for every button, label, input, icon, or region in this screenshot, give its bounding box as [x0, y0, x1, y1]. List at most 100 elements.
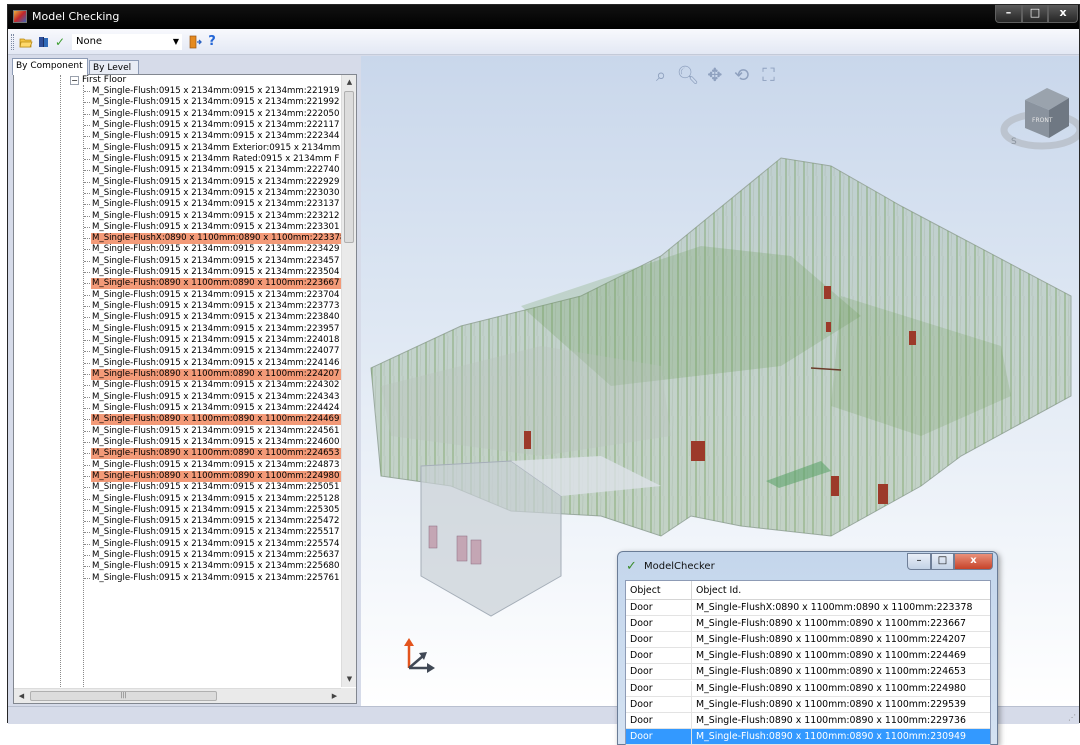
- tree-item[interactable]: M_Single-Flush:0915 x 2134mm:0915 x 2134…: [14, 561, 342, 572]
- highlighted-door[interactable]: [691, 441, 705, 461]
- tree-item[interactable]: M_Single-Flush:0915 x 2134mm:0915 x 2134…: [14, 109, 342, 120]
- tree-item[interactable]: M_Single-Flush:0890 x 1100mm:0890 x 1100…: [14, 414, 342, 426]
- level-combo-value: None: [76, 36, 103, 47]
- scroll-thumb-horizontal[interactable]: |||: [30, 691, 217, 701]
- scroll-down-arrow-icon[interactable]: ▼: [342, 672, 356, 687]
- help-icon[interactable]: ?: [205, 35, 219, 49]
- resize-grip[interactable]: ⋰: [1068, 713, 1076, 722]
- tree-item[interactable]: M_Single-Flush:0915 x 2134mm:0915 x 2134…: [14, 199, 342, 210]
- tree-item[interactable]: M_Single-Flush:0915 x 2134mm:0915 x 2134…: [14, 324, 342, 335]
- scroll-right-arrow-icon[interactable]: ▶: [327, 689, 342, 703]
- scroll-thumb[interactable]: [344, 91, 354, 243]
- tree-item[interactable]: M_Single-Flush:0915 x 2134mm:0915 x 2134…: [14, 494, 342, 505]
- grid-row[interactable]: Door M_Single-Flush:0890 x 1100mm:0890 x …: [626, 632, 990, 649]
- tree-item[interactable]: M_Single-Flush:0890 x 1100mm:0890 x 1100…: [14, 369, 342, 380]
- tree-item[interactable]: M_Single-Flush:0915 x 2134mm:0915 x 2134…: [14, 482, 342, 493]
- maximize-button[interactable]: □: [1022, 5, 1048, 23]
- tree-item[interactable]: M_Single-Flush:0915 x 2134mm:0915 x 2134…: [14, 97, 342, 108]
- tree-item[interactable]: M_Single-Flush:0915 x 2134mm:0915 x 2134…: [14, 211, 342, 222]
- tree-item[interactable]: M_Single-Flush:0915 x 2134mm:0915 x 2134…: [14, 573, 342, 584]
- tree-item[interactable]: M_Single-Flush:0890 x 1100mm:0890 x 1100…: [14, 448, 342, 460]
- orbit-icon[interactable]: ⟲: [730, 64, 754, 88]
- highlighted-door[interactable]: [831, 476, 839, 496]
- highlighted-door[interactable]: [826, 322, 831, 332]
- open-folder-icon[interactable]: [19, 35, 33, 49]
- pan-icon[interactable]: ✥: [703, 64, 727, 88]
- tree-item[interactable]: M_Single-Flush:0915 x 2134mm:0915 x 2134…: [14, 460, 342, 471]
- fit-view-icon[interactable]: ⛶: [757, 64, 781, 88]
- tree-item[interactable]: M_Single-Flush:0915 x 2134mm:0915 x 2134…: [14, 335, 342, 346]
- tree-folder-first-floor[interactable]: − First Floor: [14, 75, 342, 86]
- tree-item[interactable]: M_Single-Flush:0915 x 2134mm:0915 x 2134…: [14, 380, 342, 391]
- minimize-button[interactable]: –: [995, 5, 1022, 23]
- tab-by-component[interactable]: By Component: [12, 58, 88, 75]
- tree-item[interactable]: M_Single-Flush:0915 x 2134mm:0915 x 2134…: [14, 527, 342, 538]
- tree-item[interactable]: M_Single-Flush:0915 x 2134mm:0915 x 2134…: [14, 437, 342, 448]
- tree-item[interactable]: M_Single-Flush:0915 x 2134mm:0915 x 2134…: [14, 392, 342, 403]
- highlighted-door[interactable]: [524, 431, 531, 449]
- tree-item-label: M_Single-Flush:0915 x 2134mm:0915 x 2134…: [92, 289, 340, 300]
- tree-item[interactable]: M_Single-Flush:0915 x 2134mm:0915 x 2134…: [14, 539, 342, 550]
- tree-item[interactable]: M_Single-Flush:0915 x 2134mm:0915 x 2134…: [14, 516, 342, 527]
- title-bar[interactable]: Model Checking – □ x: [8, 5, 1079, 29]
- tree-horizontal-scrollbar[interactable]: ◀ ||| ▶: [14, 688, 342, 703]
- tree-item[interactable]: M_Single-Flush:0915 x 2134mm:0915 x 2134…: [14, 256, 342, 267]
- tree-item[interactable]: M_Single-Flush:0915 x 2134mm:0915 x 2134…: [14, 346, 342, 357]
- close-button[interactable]: x: [1048, 5, 1078, 23]
- level-combo[interactable]: None ▼: [72, 34, 182, 50]
- column-header-object[interactable]: Object: [626, 581, 692, 600]
- check-icon[interactable]: ✓: [53, 35, 67, 49]
- minimize-button[interactable]: –: [907, 553, 931, 570]
- maximize-button[interactable]: □: [931, 553, 954, 570]
- close-button[interactable]: x: [954, 553, 993, 570]
- grid-row[interactable]: Door M_Single-Flush:0890 x 1100mm:0890 x …: [626, 616, 990, 633]
- tree-item-label: M_Single-Flush:0915 x 2134mm:0915 x 2134…: [92, 482, 340, 493]
- scroll-left-arrow-icon[interactable]: ◀: [14, 689, 29, 703]
- component-tree: − First Floor M_Single-Flush:0915 x 2134…: [13, 74, 357, 704]
- tree-item[interactable]: M_Single-Flush:0915 x 2134mm:0915 x 2134…: [14, 290, 342, 301]
- tree-item[interactable]: M_Single-Flush:0915 x 2134mm:0915 x 2134…: [14, 120, 342, 131]
- tree-item[interactable]: M_Single-Flush:0915 x 2134mm:0915 x 2134…: [14, 131, 342, 142]
- tree-item[interactable]: M_Single-Flush:0915 x 2134mm:0915 x 2134…: [14, 403, 342, 414]
- tree-item[interactable]: M_Single-Flush:0915 x 2134mm Rated:0915 …: [14, 154, 342, 165]
- tree-item[interactable]: M_Single-Flush:0890 x 1100mm:0890 x 1100…: [14, 470, 342, 482]
- collapse-icon[interactable]: −: [70, 76, 79, 85]
- grid-row[interactable]: Door M_Single-Flush:0890 x 1100mm:0890 x …: [626, 664, 990, 681]
- tree-item[interactable]: M_Single-Flush:0915 x 2134mm:0915 x 2134…: [14, 165, 342, 176]
- tree-vertical-scrollbar[interactable]: ▲ ▼: [341, 75, 356, 687]
- grid-row[interactable]: Door M_Single-FlushX:0890 x 1100mm:0890 x…: [626, 600, 990, 616]
- zoom-window-icon[interactable]: ⌕: [649, 64, 673, 88]
- grid-row[interactable]: Door M_Single-Flush:0890 x 1100mm:0890 x …: [626, 696, 990, 713]
- tree-item[interactable]: M_Single-Flush:0915 x 2134mm:0915 x 2134…: [14, 177, 342, 188]
- tree-item[interactable]: M_Single-Flush:0915 x 2134mm:0915 x 2134…: [14, 222, 342, 233]
- tree-item[interactable]: M_Single-Flush:0915 x 2134mm:0915 x 2134…: [14, 301, 342, 312]
- tree-item-label: M_Single-Flush:0915 x 2134mm:0915 x 2134…: [92, 119, 340, 130]
- column-header-object-id[interactable]: Object Id.: [692, 581, 990, 600]
- tree-item[interactable]: M_Single-Flush:0915 x 2134mm:0915 x 2134…: [14, 86, 342, 97]
- highlighted-door[interactable]: [878, 484, 888, 504]
- viewcube[interactable]: FRONT S: [997, 78, 1079, 158]
- tree-item[interactable]: M_Single-Flush:0915 x 2134mm:0915 x 2134…: [14, 550, 342, 561]
- tree-item[interactable]: M_Single-Flush:0915 x 2134mm Exterior:09…: [14, 143, 342, 154]
- grid-row[interactable]: Door M_Single-Flush:0890 x 1100mm:0890 x …: [626, 680, 990, 697]
- grid-row[interactable]: Door M_Single-Flush:0890 x 1100mm:0890 x …: [626, 728, 990, 745]
- exit-door-icon[interactable]: [188, 35, 202, 49]
- tree-item[interactable]: M_Single-Flush:0915 x 2134mm:0915 x 2134…: [14, 312, 342, 323]
- highlighted-door[interactable]: [909, 331, 916, 345]
- tree-item[interactable]: M_Single-Flush:0915 x 2134mm:0915 x 2134…: [14, 188, 342, 199]
- grid-row[interactable]: Door M_Single-Flush:0890 x 1100mm:0890 x …: [626, 712, 990, 729]
- grid-row[interactable]: Door M_Single-Flush:0890 x 1100mm:0890 x …: [626, 648, 990, 665]
- tree-item[interactable]: M_Single-Flush:0915 x 2134mm:0915 x 2134…: [14, 267, 342, 278]
- tree-item[interactable]: M_Single-Flush:0915 x 2134mm:0915 x 2134…: [14, 426, 342, 437]
- book-icon[interactable]: [37, 35, 51, 49]
- cell-object-id: M_Single-Flush:0890 x 1100mm:0890 x 1100…: [696, 714, 966, 726]
- toolbar-grip[interactable]: [11, 34, 14, 50]
- tree-item[interactable]: M_Single-FlushX:0890 x 1100mm:0890 x 110…: [14, 233, 342, 245]
- tree-item[interactable]: M_Single-Flush:0915 x 2134mm:0915 x 2134…: [14, 358, 342, 369]
- tree-item[interactable]: M_Single-Flush:0890 x 1100mm:0890 x 1100…: [14, 278, 342, 290]
- zoom-icon[interactable]: 🔍︎: [676, 64, 700, 88]
- scroll-up-arrow-icon[interactable]: ▲: [342, 75, 356, 90]
- tree-item[interactable]: M_Single-Flush:0915 x 2134mm:0915 x 2134…: [14, 244, 342, 255]
- highlighted-door[interactable]: [824, 286, 831, 299]
- tree-item[interactable]: M_Single-Flush:0915 x 2134mm:0915 x 2134…: [14, 505, 342, 516]
